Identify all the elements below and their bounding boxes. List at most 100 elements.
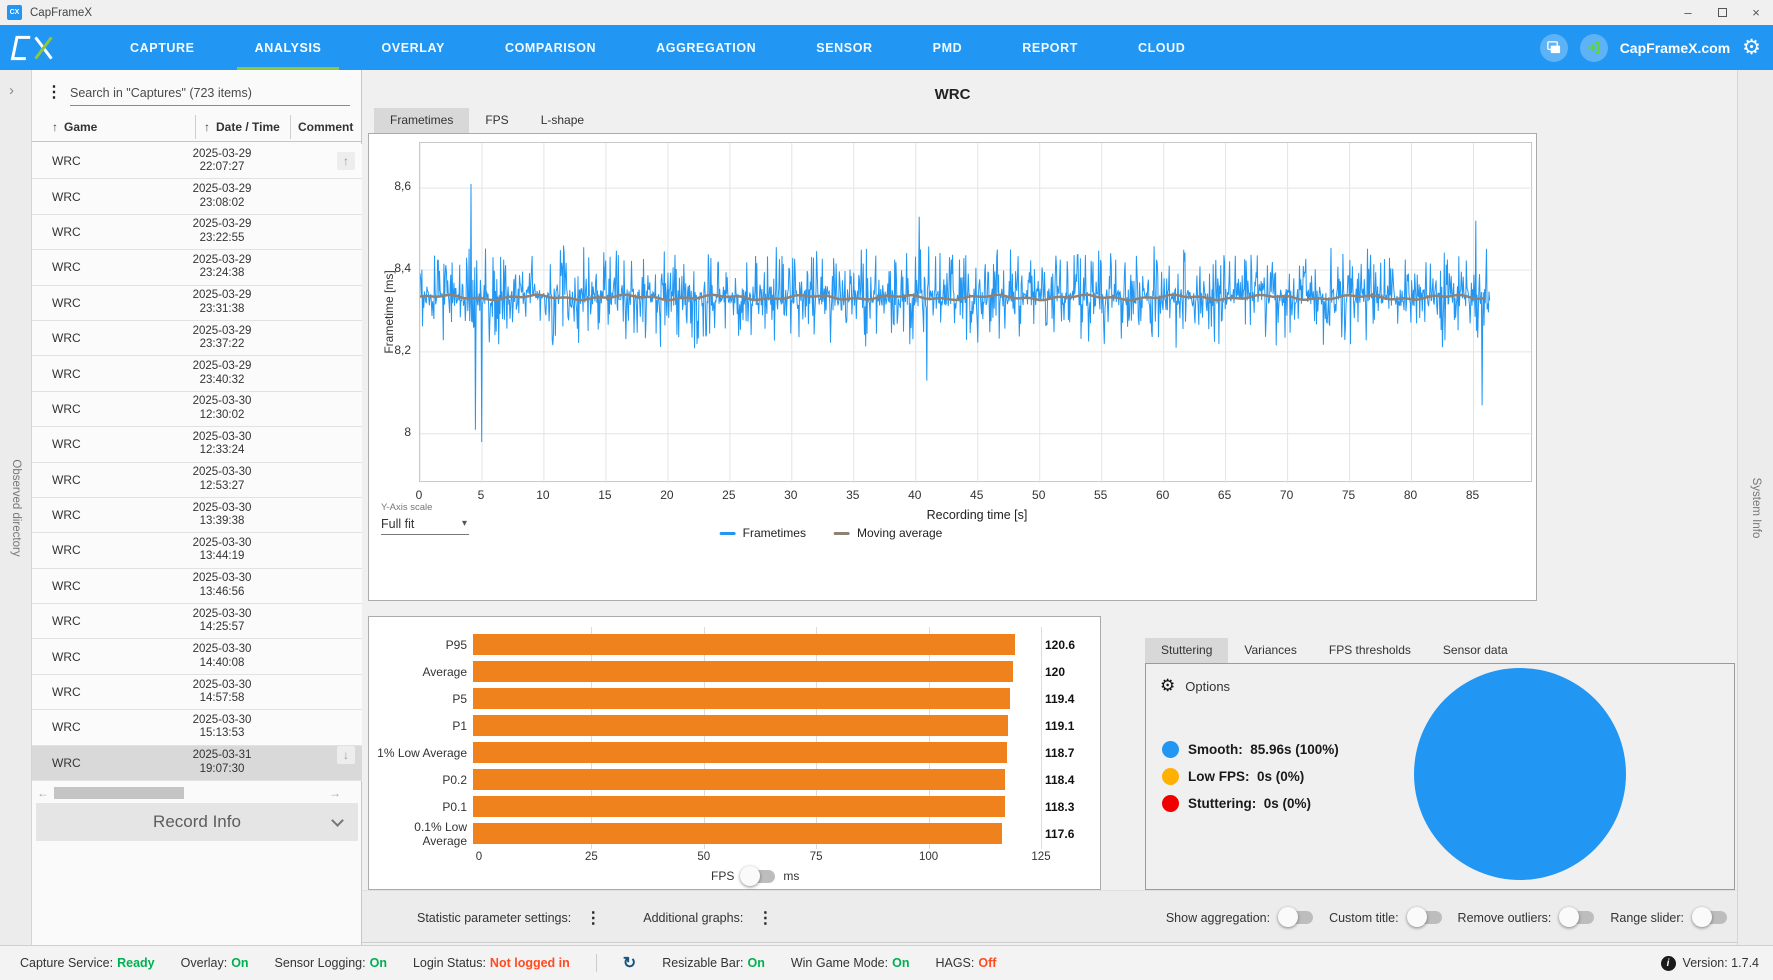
legend-label: Moving average [857, 526, 942, 540]
capture-row[interactable]: WRC2025-03-3014:57:58 [32, 675, 362, 710]
capture-row[interactable]: WRC2025-03-2923:08:02 [32, 179, 362, 214]
toggle-switch[interactable] [1409, 911, 1442, 924]
login-button[interactable] [1580, 34, 1608, 62]
screenshot-button[interactable] [1540, 34, 1568, 62]
column-header-comment[interactable]: Comment [298, 120, 353, 134]
status-value: On [747, 956, 764, 970]
nav-tab-analysis[interactable]: ANALYSIS [225, 25, 352, 70]
tab-sensor-data[interactable]: Sensor data [1427, 638, 1524, 663]
bar-x-tick-label: 125 [1031, 851, 1050, 863]
nav-tab-comparison[interactable]: COMPARISON [475, 25, 626, 70]
capture-row[interactable]: WRC2025-03-2923:40:32 [32, 356, 362, 391]
capture-datetime: 2025-03-2923:40:32 [172, 360, 272, 387]
capture-row[interactable]: WRC2025-03-3012:53:27 [32, 463, 362, 498]
capture-row[interactable]: WRC2025-03-2923:24:38 [32, 250, 362, 285]
capture-datetime: 2025-03-2923:24:38 [172, 254, 272, 281]
options-gear-icon: ⚙ [1160, 676, 1175, 696]
capture-row[interactable]: WRC2025-03-2923:22:55 [32, 215, 362, 250]
settings-gear-icon[interactable]: ⚙ [1742, 37, 1761, 58]
scroll-right-icon[interactable]: → [328, 786, 342, 800]
capture-datetime: 2025-03-3119:07:30 [172, 749, 272, 776]
capture-row[interactable]: WRC2025-03-3013:46:56 [32, 569, 362, 604]
nav-tab-overlay[interactable]: OVERLAY [351, 25, 474, 70]
tab-l-shape[interactable]: L-shape [525, 108, 600, 133]
bar-row: 1% Low Average118.7 [377, 739, 1094, 766]
status-value: Ready [117, 956, 155, 970]
scroll-left-icon[interactable]: ← [36, 786, 50, 800]
nav-tab-capture[interactable]: CAPTURE [100, 25, 225, 70]
bar [473, 715, 1008, 736]
search-input[interactable]: Search in "Captures" (723 items) [70, 82, 350, 106]
legend-dot-icon [1162, 795, 1179, 812]
x-tick-label: 50 [1032, 488, 1045, 502]
capture-row[interactable]: WRC2025-03-3015:13:53 [32, 710, 362, 745]
x-tick-label: 0 [416, 488, 423, 502]
status-label: Resizable Bar: [662, 956, 743, 970]
capture-row[interactable]: WRC2025-03-3012:33:24 [32, 427, 362, 462]
bar [473, 688, 1010, 709]
bar-track [473, 742, 1035, 763]
tab-fps[interactable]: FPS [469, 108, 524, 133]
observed-directory-label: Observed directory [10, 459, 22, 556]
search-menu-kebab-icon[interactable]: ⋮ [46, 82, 62, 102]
bar [473, 661, 1013, 682]
scroll-down-icon[interactable]: ↓ [337, 746, 355, 764]
capture-row[interactable]: WRC2025-03-2923:37:22 [32, 321, 362, 356]
observed-directory-strip[interactable]: › Observed directory [0, 70, 32, 945]
capframex-com-link[interactable]: CapFrameX.com [1620, 40, 1730, 56]
status-sensor-logging: Sensor Logging:On [275, 956, 387, 970]
nav-tab-report[interactable]: REPORT [992, 25, 1108, 70]
tab-stuttering[interactable]: Stuttering [1145, 638, 1228, 663]
bar-track [473, 688, 1035, 709]
sort-asc-icon: ↑ [52, 120, 58, 134]
expand-panel-icon[interactable]: › [9, 82, 14, 99]
tab-variances[interactable]: Variances [1228, 638, 1312, 663]
toggle-switch[interactable] [1694, 911, 1727, 924]
legend-dot-icon [1162, 741, 1179, 758]
column-header-datetime[interactable]: ↑Date / Time [204, 120, 280, 134]
additional-graphs-kebab-icon[interactable]: ⋮ [757, 908, 773, 928]
maximize-button[interactable] [1705, 0, 1739, 25]
additional-graphs-label: Additional graphs: [643, 911, 743, 925]
nav-tab-pmd[interactable]: PMD [903, 25, 993, 70]
fps-ms-toggle[interactable] [742, 870, 775, 883]
capture-row[interactable]: WRC2025-03-3119:07:30 [32, 746, 362, 781]
info-icon: i [1661, 956, 1676, 971]
capture-row[interactable]: WRC2025-03-2923:31:38 [32, 286, 362, 321]
close-button[interactable]: × [1739, 0, 1773, 25]
horizontal-scrollbar[interactable]: ← → [36, 786, 342, 800]
column-header-game[interactable]: ↑Game [52, 120, 97, 134]
capture-row[interactable]: WRC2025-03-3014:25:57 [32, 604, 362, 639]
nav-tab-sensor[interactable]: SENSOR [786, 25, 902, 70]
chevron-down-icon [331, 814, 344, 827]
scrollbar-thumb[interactable] [54, 787, 184, 799]
capture-row[interactable]: WRC2025-03-2922:07:27 [32, 144, 362, 179]
scroll-up-icon[interactable]: ↑ [337, 152, 355, 170]
capture-row[interactable]: WRC2025-03-3012:30:02 [32, 392, 362, 427]
bar-category-label: Average [377, 665, 473, 679]
graph-controls-row: Statistic parameter settings: ⋮ Addition… [362, 890, 1737, 943]
frametime-plot-area[interactable] [419, 142, 1532, 482]
nav-tab-cloud[interactable]: CLOUD [1108, 25, 1215, 70]
stutter-legend-item: Low FPS: 0s (0%) [1162, 763, 1339, 790]
capture-row[interactable]: WRC2025-03-3014:40:08 [32, 639, 362, 674]
tab-frametimes[interactable]: Frametimes [374, 108, 469, 133]
minimize-button[interactable]: – [1671, 0, 1705, 25]
record-info-expander[interactable]: Record Info [36, 803, 358, 841]
toggle-switch[interactable] [1280, 911, 1313, 924]
system-info-strip[interactable]: System Info [1737, 70, 1773, 945]
captures-list: WRC2025-03-2922:07:27WRC2025-03-2923:08:… [32, 144, 362, 781]
nav-tab-aggregation[interactable]: AGGREGATION [626, 25, 786, 70]
x-tick-label: 15 [598, 488, 611, 502]
bar-track [473, 769, 1035, 790]
y-axis-scale-dropdown[interactable]: Full fit ▾ [381, 517, 469, 535]
capture-row[interactable]: WRC2025-03-3013:44:19 [32, 533, 362, 568]
x-tick-label: 35 [846, 488, 859, 502]
toggle-switch[interactable] [1561, 911, 1594, 924]
capture-row[interactable]: WRC2025-03-3013:39:38 [32, 498, 362, 533]
legend-text: Stuttering: 0s (0%) [1188, 796, 1311, 811]
stuttering-options[interactable]: ⚙ Options [1160, 676, 1230, 696]
statistic-settings-kebab-icon[interactable]: ⋮ [585, 908, 601, 928]
statistic-settings-label: Statistic parameter settings: [417, 911, 571, 925]
tab-fps-thresholds[interactable]: FPS thresholds [1313, 638, 1427, 663]
